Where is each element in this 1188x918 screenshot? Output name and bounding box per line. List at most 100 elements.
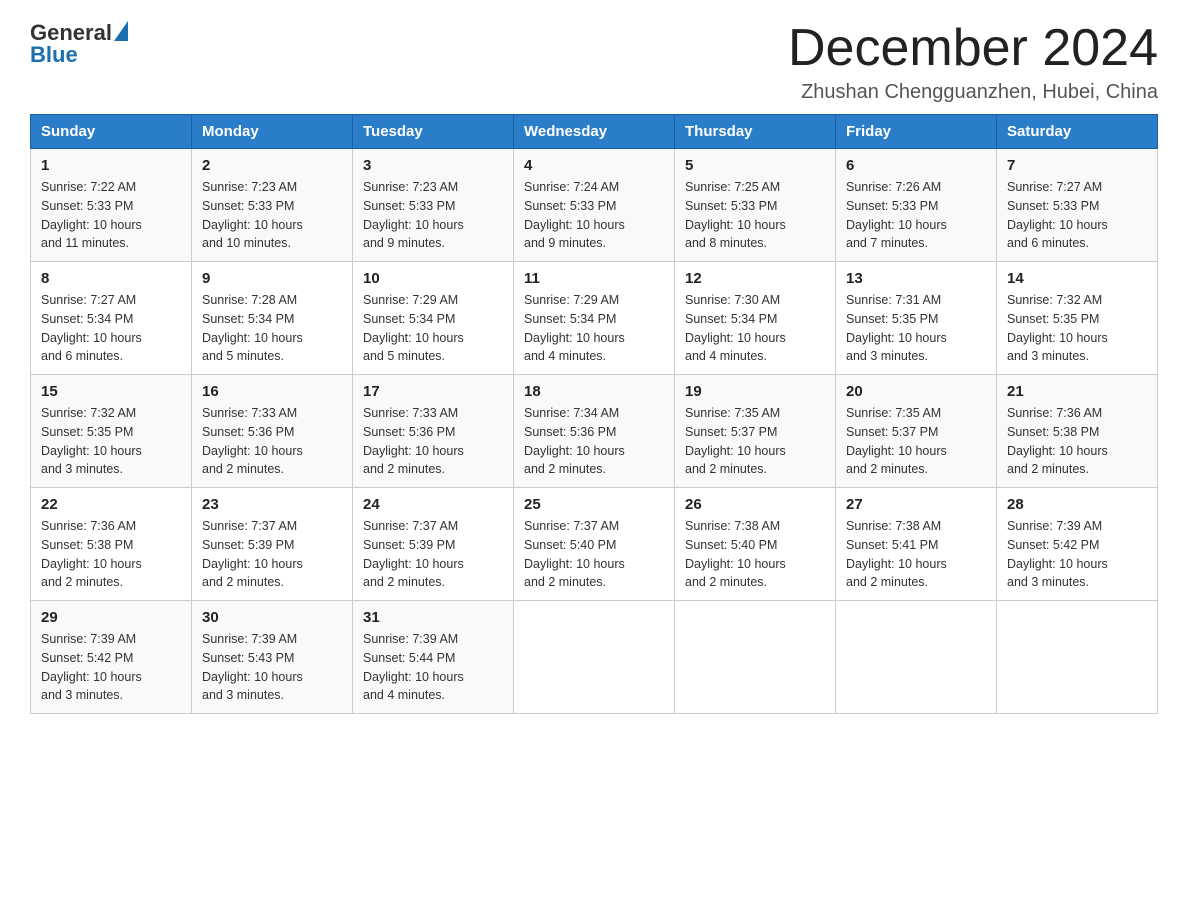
day-info: Sunrise: 7:35 AMSunset: 5:37 PMDaylight:… [685,404,825,479]
day-number: 2 [202,157,342,174]
day-info: Sunrise: 7:34 AMSunset: 5:36 PMDaylight:… [524,404,664,479]
day-info: Sunrise: 7:36 AMSunset: 5:38 PMDaylight:… [41,517,181,592]
day-number: 9 [202,270,342,287]
logo-blue-text: Blue [30,42,78,68]
day-info: Sunrise: 7:24 AMSunset: 5:33 PMDaylight:… [524,178,664,253]
day-number: 25 [524,496,664,513]
calendar-cell: 10Sunrise: 7:29 AMSunset: 5:34 PMDayligh… [353,262,514,375]
calendar-header-row: SundayMondayTuesdayWednesdayThursdayFrid… [31,115,1158,149]
day-number: 15 [41,383,181,400]
calendar-table: SundayMondayTuesdayWednesdayThursdayFrid… [30,114,1158,714]
calendar-cell: 20Sunrise: 7:35 AMSunset: 5:37 PMDayligh… [836,375,997,488]
calendar-cell: 18 Sunrise: 7:34 AMSunset: 5:36 PMDayligh… [514,375,675,488]
day-number: 14 [1007,270,1147,287]
header-tuesday: Tuesday [353,115,514,149]
day-info: Sunrise: 7:39 AMSunset: 5:42 PMDaylight:… [1007,517,1147,592]
calendar-cell: 9 Sunrise: 7:28 AMSunset: 5:34 PMDaylight… [192,262,353,375]
day-number: 18 [524,383,664,400]
calendar-cell: 7Sunrise: 7:27 AMSunset: 5:33 PMDaylight… [997,149,1158,262]
week-row-1: 1 Sunrise: 7:22 AMSunset: 5:33 PMDaylight… [31,149,1158,262]
day-info: Sunrise: 7:38 AMSunset: 5:41 PMDaylight:… [846,517,986,592]
day-info: Sunrise: 7:23 AMSunset: 5:33 PMDaylight:… [202,178,342,253]
day-info: Sunrise: 7:25 AMSunset: 5:33 PMDaylight:… [685,178,825,253]
day-info: Sunrise: 7:38 AMSunset: 5:40 PMDaylight:… [685,517,825,592]
calendar-cell: 30 Sunrise: 7:39 AMSunset: 5:43 PMDayligh… [192,601,353,714]
day-info: Sunrise: 7:26 AMSunset: 5:33 PMDaylight:… [846,178,986,253]
day-number: 26 [685,496,825,513]
day-number: 17 [363,383,503,400]
day-info: Sunrise: 7:36 AMSunset: 5:38 PMDaylight:… [1007,404,1147,479]
calendar-cell: 16 Sunrise: 7:33 AMSunset: 5:36 PMDayligh… [192,375,353,488]
day-number: 21 [1007,383,1147,400]
week-row-5: 29Sunrise: 7:39 AMSunset: 5:42 PMDayligh… [31,601,1158,714]
calendar-cell: 5 Sunrise: 7:25 AMSunset: 5:33 PMDaylight… [675,149,836,262]
day-info: Sunrise: 7:32 AMSunset: 5:35 PMDaylight:… [1007,291,1147,366]
logo: General Blue [30,20,128,68]
title-area: December 2024 Zhushan Chengguanzhen, Hub… [788,20,1158,104]
day-info: Sunrise: 7:31 AMSunset: 5:35 PMDaylight:… [846,291,986,366]
calendar-cell: 25Sunrise: 7:37 AMSunset: 5:40 PMDayligh… [514,488,675,601]
week-row-2: 8Sunrise: 7:27 AMSunset: 5:34 PMDaylight… [31,262,1158,375]
day-info: Sunrise: 7:28 AMSunset: 5:34 PMDaylight:… [202,291,342,366]
calendar-cell: 15 Sunrise: 7:32 AMSunset: 5:35 PMDayligh… [31,375,192,488]
day-info: Sunrise: 7:33 AMSunset: 5:36 PMDaylight:… [363,404,503,479]
calendar-cell: 29Sunrise: 7:39 AMSunset: 5:42 PMDayligh… [31,601,192,714]
day-info: Sunrise: 7:32 AMSunset: 5:35 PMDaylight:… [41,404,181,479]
day-number: 19 [685,383,825,400]
day-info: Sunrise: 7:29 AMSunset: 5:34 PMDaylight:… [363,291,503,366]
day-info: Sunrise: 7:37 AMSunset: 5:39 PMDaylight:… [363,517,503,592]
header-thursday: Thursday [675,115,836,149]
calendar-cell: 19 Sunrise: 7:35 AMSunset: 5:37 PMDayligh… [675,375,836,488]
calendar-cell: 27 Sunrise: 7:38 AMSunset: 5:41 PMDayligh… [836,488,997,601]
calendar-cell: 28 Sunrise: 7:39 AMSunset: 5:42 PMDayligh… [997,488,1158,601]
header-sunday: Sunday [31,115,192,149]
month-title: December 2024 [788,20,1158,77]
calendar-cell: 23Sunrise: 7:37 AMSunset: 5:39 PMDayligh… [192,488,353,601]
day-number: 29 [41,609,181,626]
day-number: 11 [524,270,664,287]
day-info: Sunrise: 7:22 AMSunset: 5:33 PMDaylight:… [41,178,181,253]
calendar-cell: 31Sunrise: 7:39 AMSunset: 5:44 PMDayligh… [353,601,514,714]
calendar-cell: 13Sunrise: 7:31 AMSunset: 5:35 PMDayligh… [836,262,997,375]
day-number: 23 [202,496,342,513]
day-info: Sunrise: 7:23 AMSunset: 5:33 PMDaylight:… [363,178,503,253]
day-number: 12 [685,270,825,287]
header-monday: Monday [192,115,353,149]
week-row-4: 22 Sunrise: 7:36 AMSunset: 5:38 PMDayligh… [31,488,1158,601]
day-number: 30 [202,609,342,626]
calendar-cell: 3 Sunrise: 7:23 AMSunset: 5:33 PMDaylight… [353,149,514,262]
day-number: 27 [846,496,986,513]
day-number: 4 [524,157,664,174]
day-info: Sunrise: 7:39 AMSunset: 5:43 PMDaylight:… [202,630,342,705]
day-number: 28 [1007,496,1147,513]
calendar-cell: 6Sunrise: 7:26 AMSunset: 5:33 PMDaylight… [836,149,997,262]
header-wednesday: Wednesday [514,115,675,149]
day-info: Sunrise: 7:29 AMSunset: 5:34 PMDaylight:… [524,291,664,366]
day-number: 20 [846,383,986,400]
week-row-3: 15 Sunrise: 7:32 AMSunset: 5:35 PMDayligh… [31,375,1158,488]
calendar-cell: 11 Sunrise: 7:29 AMSunset: 5:34 PMDayligh… [514,262,675,375]
calendar-cell [675,601,836,714]
calendar-cell: 8Sunrise: 7:27 AMSunset: 5:34 PMDaylight… [31,262,192,375]
calendar-cell: 4 Sunrise: 7:24 AMSunset: 5:33 PMDaylight… [514,149,675,262]
day-info: Sunrise: 7:30 AMSunset: 5:34 PMDaylight:… [685,291,825,366]
calendar-cell [836,601,997,714]
day-number: 3 [363,157,503,174]
header-friday: Friday [836,115,997,149]
logo-arrow-icon [114,21,128,41]
day-number: 8 [41,270,181,287]
day-number: 7 [1007,157,1147,174]
calendar-cell: 2 Sunrise: 7:23 AMSunset: 5:33 PMDaylight… [192,149,353,262]
calendar-cell: 1 Sunrise: 7:22 AMSunset: 5:33 PMDaylight… [31,149,192,262]
calendar-cell [997,601,1158,714]
calendar-cell: 26 Sunrise: 7:38 AMSunset: 5:40 PMDayligh… [675,488,836,601]
day-number: 24 [363,496,503,513]
day-info: Sunrise: 7:39 AMSunset: 5:44 PMDaylight:… [363,630,503,705]
day-number: 1 [41,157,181,174]
day-number: 22 [41,496,181,513]
day-number: 16 [202,383,342,400]
day-info: Sunrise: 7:33 AMSunset: 5:36 PMDaylight:… [202,404,342,479]
calendar-cell: 14 Sunrise: 7:32 AMSunset: 5:35 PMDayligh… [997,262,1158,375]
day-number: 5 [685,157,825,174]
calendar-cell: 12 Sunrise: 7:30 AMSunset: 5:34 PMDayligh… [675,262,836,375]
